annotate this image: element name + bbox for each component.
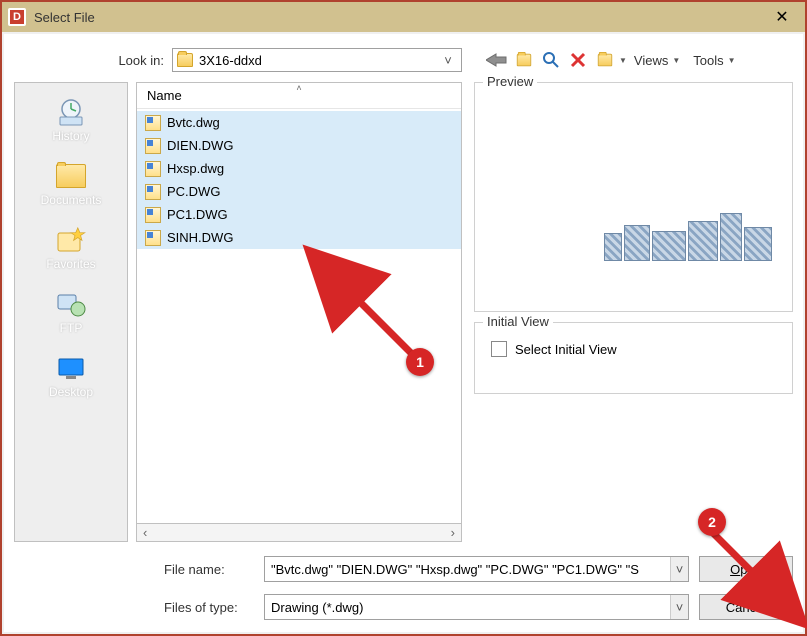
list-item[interactable]: SINH.DWG <box>137 226 461 249</box>
filename-label: File name: <box>14 562 254 577</box>
filetype-label: Files of type: <box>14 600 254 615</box>
filetype-field[interactable]: Drawing (*.dwg) ˅ <box>264 594 689 620</box>
open-button[interactable]: Open <box>699 556 793 582</box>
list-item[interactable]: PC.DWG <box>137 180 461 203</box>
filename-value: "Bvtc.dwg" "DIEN.DWG" "Hxsp.dwg" "PC.DWG… <box>271 562 639 577</box>
body-row: History Documents Favorites FTP Desktop <box>4 82 803 542</box>
content-area: Look in: 3X16-ddxd ˅ <box>4 34 803 632</box>
list-item[interactable]: PC1.DWG <box>137 203 461 226</box>
dwg-file-icon <box>145 207 161 223</box>
cancel-button[interactable]: Cancel <box>699 594 793 620</box>
file-list[interactable]: ˄ Name Bvtc.dwg DIEN.DWG Hxsp.dwg PC.DWG… <box>136 82 462 524</box>
list-item[interactable]: Hxsp.dwg <box>137 157 461 180</box>
dwg-file-icon <box>145 230 161 246</box>
horizontal-scrollbar[interactable]: ‹ › <box>136 524 462 542</box>
preview-legend: Preview <box>483 74 537 89</box>
filetype-row: Files of type: Drawing (*.dwg) ˅ Cancel <box>14 594 793 620</box>
favorites-icon <box>15 223 127 257</box>
chevron-down-icon[interactable]: ˅ <box>439 53 457 68</box>
back-button[interactable] <box>484 48 510 72</box>
list-item[interactable]: DIEN.DWG <box>137 134 461 157</box>
chevron-down-icon[interactable]: ˅ <box>670 595 688 619</box>
select-file-dialog: D Select File ✕ Look in: 3X16-ddxd ˅ <box>0 0 807 636</box>
filelist-wrap: ˄ Name Bvtc.dwg DIEN.DWG Hxsp.dwg PC.DWG… <box>136 82 462 542</box>
scroll-left-icon[interactable]: ‹ <box>143 525 147 540</box>
lookin-row: Look in: 3X16-ddxd ˅ <box>4 34 803 82</box>
file-rows: Bvtc.dwg DIEN.DWG Hxsp.dwg PC.DWG PC1.DW… <box>137 109 461 249</box>
lookin-combo[interactable]: 3X16-ddxd ˅ <box>172 48 462 72</box>
filename-row: File name: "Bvtc.dwg" "DIEN.DWG" "Hxsp.d… <box>14 556 793 582</box>
up-one-level-button[interactable] <box>511 48 537 72</box>
views-menu[interactable]: Views▼ <box>628 53 686 68</box>
preview-canvas <box>485 91 782 301</box>
places-ftp[interactable]: FTP <box>15 281 127 343</box>
column-header-name[interactable]: ˄ Name <box>137 83 461 109</box>
window-title: Select File <box>34 10 759 25</box>
ftp-icon <box>15 287 127 321</box>
filetype-value: Drawing (*.dwg) <box>271 600 363 615</box>
app-icon: D <box>8 8 26 26</box>
toolbar: ▼ Views▼ Tools▼ <box>484 48 742 72</box>
preview-thumbnail <box>604 213 772 261</box>
history-icon <box>15 95 127 129</box>
select-initial-view-checkbox[interactable]: Select Initial View <box>491 341 617 357</box>
bottom-rows: File name: "Bvtc.dwg" "DIEN.DWG" "Hxsp.d… <box>14 556 793 620</box>
sort-asc-icon: ˄ <box>296 83 301 93</box>
places-history[interactable]: History <box>15 89 127 151</box>
search-web-button[interactable] <box>538 48 564 72</box>
chevron-down-icon: ▼ <box>728 56 736 65</box>
chevron-down-icon[interactable]: ˅ <box>670 557 688 581</box>
places-favorites[interactable]: Favorites <box>15 217 127 279</box>
places-documents[interactable]: Documents <box>15 153 127 215</box>
dwg-file-icon <box>145 138 161 154</box>
dwg-file-icon <box>145 161 161 177</box>
folder-icon <box>177 53 193 67</box>
filename-field[interactable]: "Bvtc.dwg" "DIEN.DWG" "Hxsp.dwg" "PC.DWG… <box>264 556 689 582</box>
places-bar: History Documents Favorites FTP Desktop <box>14 82 128 542</box>
dwg-file-icon <box>145 184 161 200</box>
dwg-file-icon <box>145 115 161 131</box>
scroll-right-icon[interactable]: › <box>451 525 455 540</box>
documents-icon <box>15 159 127 193</box>
folder-new-icon <box>598 54 612 67</box>
titlebar: D Select File ✕ <box>2 2 805 32</box>
delete-button[interactable] <box>565 48 591 72</box>
initial-view-group: Initial View Select Initial View <box>474 322 793 394</box>
lookin-value: 3X16-ddxd <box>199 53 262 68</box>
desktop-icon <box>15 351 127 385</box>
new-folder-drop-icon[interactable]: ▼ <box>619 56 627 65</box>
checkbox-icon <box>491 341 507 357</box>
close-icon: ✕ <box>775 7 788 27</box>
preview-group: Preview <box>474 82 793 312</box>
lookin-label: Look in: <box>14 53 164 68</box>
chevron-down-icon: ▼ <box>672 56 680 65</box>
right-panel: Preview Initial View <box>470 82 793 542</box>
tools-menu[interactable]: Tools▼ <box>687 53 741 68</box>
folder-up-icon <box>517 54 531 67</box>
new-folder-button[interactable] <box>592 48 618 72</box>
close-button[interactable]: ✕ <box>759 2 805 32</box>
initial-view-legend: Initial View <box>483 314 553 329</box>
places-desktop[interactable]: Desktop <box>15 345 127 407</box>
list-item[interactable]: Bvtc.dwg <box>137 111 461 134</box>
